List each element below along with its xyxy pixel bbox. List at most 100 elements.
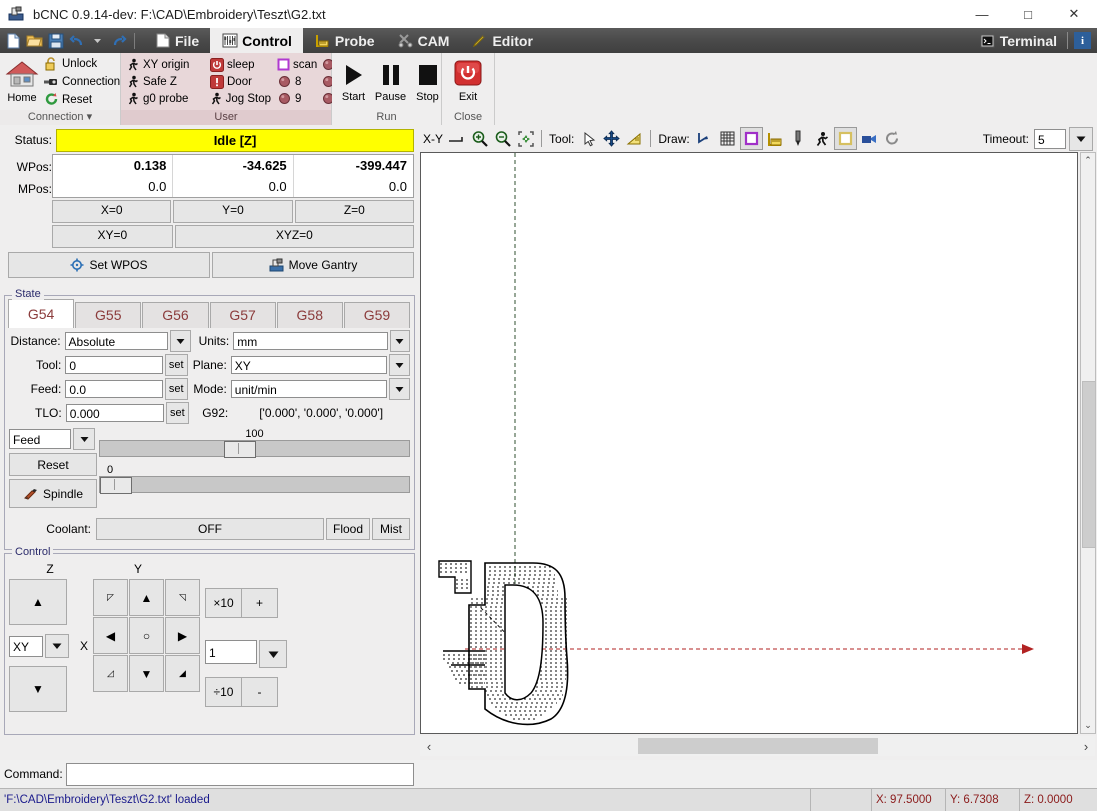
horizontal-scroll-thumb[interactable]: [638, 738, 878, 754]
user-button-9[interactable]: 9: [277, 91, 315, 106]
rapid-move-icon[interactable]: [811, 128, 832, 149]
tlo-input[interactable]: 0.000: [65, 404, 164, 422]
set-wpos-button[interactable]: Set WPOS: [8, 252, 210, 278]
zero-y-button[interactable]: Y=0: [173, 200, 293, 223]
tool-set-button[interactable]: set: [165, 354, 188, 376]
jog-z-down-button[interactable]: ▼: [9, 666, 67, 712]
tab-g56[interactable]: G56: [142, 302, 209, 328]
tab-control[interactable]: Control: [210, 28, 303, 53]
open-file-icon[interactable]: [25, 31, 44, 50]
spindle-slider-thumb[interactable]: [100, 477, 132, 494]
tab-file[interactable]: File: [143, 28, 210, 53]
tab-g55[interactable]: G55: [75, 302, 142, 328]
margins-icon[interactable]: [739, 127, 763, 150]
scroll-up-arrow-icon[interactable]: ⌃: [1081, 153, 1095, 168]
jog-down-right-button[interactable]: ◢: [165, 655, 200, 692]
tab-probe[interactable]: Probe: [303, 28, 386, 53]
ruler-measure-icon[interactable]: [765, 128, 786, 149]
spindle-button[interactable]: Spindle: [9, 479, 97, 508]
scroll-left-arrow-icon[interactable]: ‹: [420, 739, 438, 754]
view-selector[interactable]: X-Y: [420, 132, 467, 146]
canvas-vertical-scrollbar[interactable]: ⌃ ⌄: [1080, 152, 1096, 734]
feed-slider-thumb[interactable]: [224, 441, 256, 458]
coolant-mist-button[interactable]: Mist: [372, 518, 410, 540]
step-multiply-button[interactable]: ×10: [205, 588, 242, 618]
feed-override-slider[interactable]: [99, 440, 410, 458]
jog-home-button[interactable]: ○: [129, 617, 164, 654]
timeout-input[interactable]: 5: [1034, 128, 1066, 149]
wpos-y[interactable]: -34.625: [173, 155, 294, 176]
mode-dropdown[interactable]: [389, 378, 410, 400]
path-axes-icon[interactable]: [694, 128, 715, 149]
feed-input[interactable]: 0.0: [65, 380, 163, 398]
jog-up-button[interactable]: ▲: [129, 579, 164, 616]
step-divide-button[interactable]: ÷10: [205, 677, 242, 707]
spindle-path-icon[interactable]: [882, 128, 903, 149]
undo-dropdown-icon[interactable]: [88, 31, 107, 50]
home-button[interactable]: Home: [4, 59, 40, 104]
zoom-out-icon[interactable]: [492, 128, 513, 149]
user-door-button[interactable]: Door: [209, 74, 271, 89]
jog-right-button[interactable]: ▶: [165, 617, 200, 654]
unlock-button[interactable]: Unlock: [43, 56, 120, 72]
override-dropdown[interactable]: [73, 428, 95, 450]
user-button-8[interactable]: 8: [277, 74, 315, 89]
zoom-in-icon[interactable]: [469, 128, 490, 149]
override-select[interactable]: Feed: [9, 429, 71, 449]
plane-dropdown[interactable]: [389, 354, 410, 376]
minimize-button[interactable]: —: [959, 0, 1005, 28]
ruler-angle-icon[interactable]: [624, 128, 645, 149]
command-input[interactable]: [65, 762, 414, 786]
zoom-fit-icon[interactable]: [515, 128, 536, 149]
jog-z-up-button[interactable]: ▲: [9, 579, 67, 625]
jog-left-button[interactable]: ◀: [93, 617, 128, 654]
select-arrow-icon[interactable]: [578, 128, 599, 149]
new-file-icon[interactable]: [4, 31, 23, 50]
tool-input[interactable]: 0: [65, 356, 163, 374]
connection-group-label[interactable]: Connection ▾: [0, 110, 120, 125]
info-button[interactable]: i: [1074, 32, 1091, 49]
undo-icon[interactable]: [67, 31, 86, 50]
axis-select-input[interactable]: XY: [9, 635, 43, 657]
jog-down-left-button[interactable]: ◿: [93, 655, 128, 692]
pause-button[interactable]: Pause: [373, 62, 408, 103]
wpos-z[interactable]: -399.447: [293, 155, 413, 176]
user-scan-button[interactable]: scan: [277, 57, 317, 72]
units-input[interactable]: mm: [233, 332, 388, 350]
exit-button[interactable]: Exit: [446, 60, 490, 103]
zero-xyz-button[interactable]: XYZ=0: [174, 225, 414, 248]
vertical-scroll-thumb[interactable]: [1082, 381, 1096, 548]
scroll-down-arrow-icon[interactable]: ⌄: [1081, 718, 1095, 733]
save-file-icon[interactable]: [46, 31, 65, 50]
zero-xy-button[interactable]: XY=0: [52, 225, 173, 248]
coolant-flood-button[interactable]: Flood: [326, 518, 370, 540]
camera-icon[interactable]: [859, 128, 880, 149]
zero-z-button[interactable]: Z=0: [294, 200, 414, 223]
step-size-input[interactable]: 1: [205, 640, 257, 664]
jog-down-button[interactable]: ▼: [129, 655, 164, 692]
canvas-horizontal-scrollbar[interactable]: ‹ ›: [420, 736, 1095, 756]
horizontal-scroll-track[interactable]: [438, 738, 1077, 754]
mode-input[interactable]: unit/min: [230, 380, 388, 398]
terminal-button[interactable]: Terminal: [975, 32, 1061, 49]
move-gantry-button[interactable]: Move Gantry: [212, 252, 414, 278]
connection-button[interactable]: Connection: [43, 74, 120, 90]
timeout-dropdown[interactable]: [1069, 126, 1093, 151]
tlo-set-button[interactable]: set: [166, 402, 189, 424]
override-reset-button[interactable]: Reset: [9, 453, 97, 476]
redo-icon[interactable]: [109, 31, 128, 50]
axis-select-dropdown[interactable]: [45, 634, 69, 658]
zero-x-button[interactable]: X=0: [52, 200, 172, 223]
tab-g57[interactable]: G57: [209, 302, 276, 328]
tab-g59[interactable]: G59: [343, 302, 411, 328]
tab-g58[interactable]: G58: [276, 302, 343, 328]
step-plus-button[interactable]: +: [241, 588, 278, 618]
step-minus-button[interactable]: -: [241, 677, 278, 707]
maximize-button[interactable]: □: [1005, 0, 1051, 28]
units-dropdown[interactable]: [389, 330, 410, 352]
user-xy-origin-button[interactable]: XY origin: [125, 57, 203, 72]
probe-icon[interactable]: [788, 128, 809, 149]
jog-up-left-button[interactable]: ◸: [93, 579, 128, 616]
feed-set-button[interactable]: set: [165, 378, 188, 400]
wpos-x[interactable]: 0.138: [53, 155, 174, 176]
